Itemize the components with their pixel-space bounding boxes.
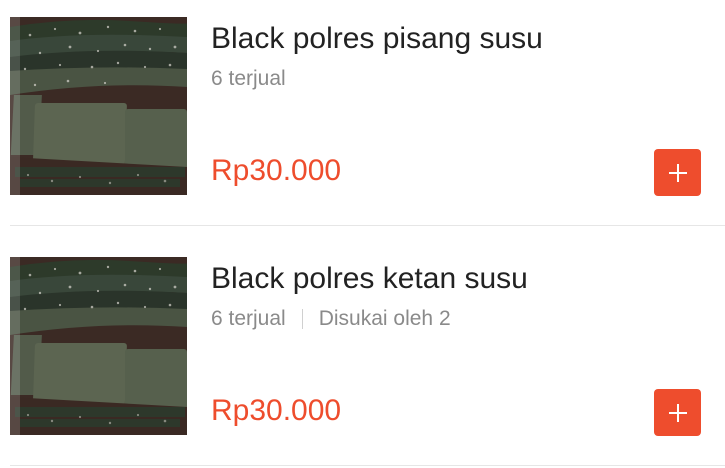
divider	[10, 465, 725, 466]
product-item[interactable]: Black polres ketan susu 6 terjual Disuka…	[0, 240, 725, 466]
sold-count: 6 terjual	[211, 67, 286, 90]
meta-separator	[301, 309, 303, 329]
product-price: Rp30.000	[211, 394, 342, 427]
product-thumbnail[interactable]	[10, 17, 187, 195]
product-meta: 6 terjual	[211, 67, 286, 91]
product-photo-image	[10, 257, 187, 435]
product-name[interactable]: Black polres pisang susu	[211, 22, 543, 56]
divider	[10, 225, 725, 226]
product-thumbnail[interactable]	[10, 257, 187, 435]
product-name[interactable]: Black polres ketan susu	[211, 262, 528, 296]
add-to-cart-button[interactable]	[654, 149, 701, 196]
plus-icon	[668, 403, 687, 422]
product-photo-image	[10, 17, 187, 195]
sold-count: 6 terjual	[211, 307, 286, 330]
product-item[interactable]: Black polres pisang susu 6 terjual Rp30.…	[0, 0, 725, 226]
add-to-cart-button[interactable]	[654, 389, 701, 436]
likes-count: Disukai oleh 2	[318, 307, 451, 330]
plus-icon	[668, 163, 687, 182]
product-meta: 6 terjual Disukai oleh 2	[211, 307, 451, 331]
product-list: Black polres pisang susu 6 terjual Rp30.…	[0, 0, 725, 468]
product-price: Rp30.000	[211, 154, 342, 187]
